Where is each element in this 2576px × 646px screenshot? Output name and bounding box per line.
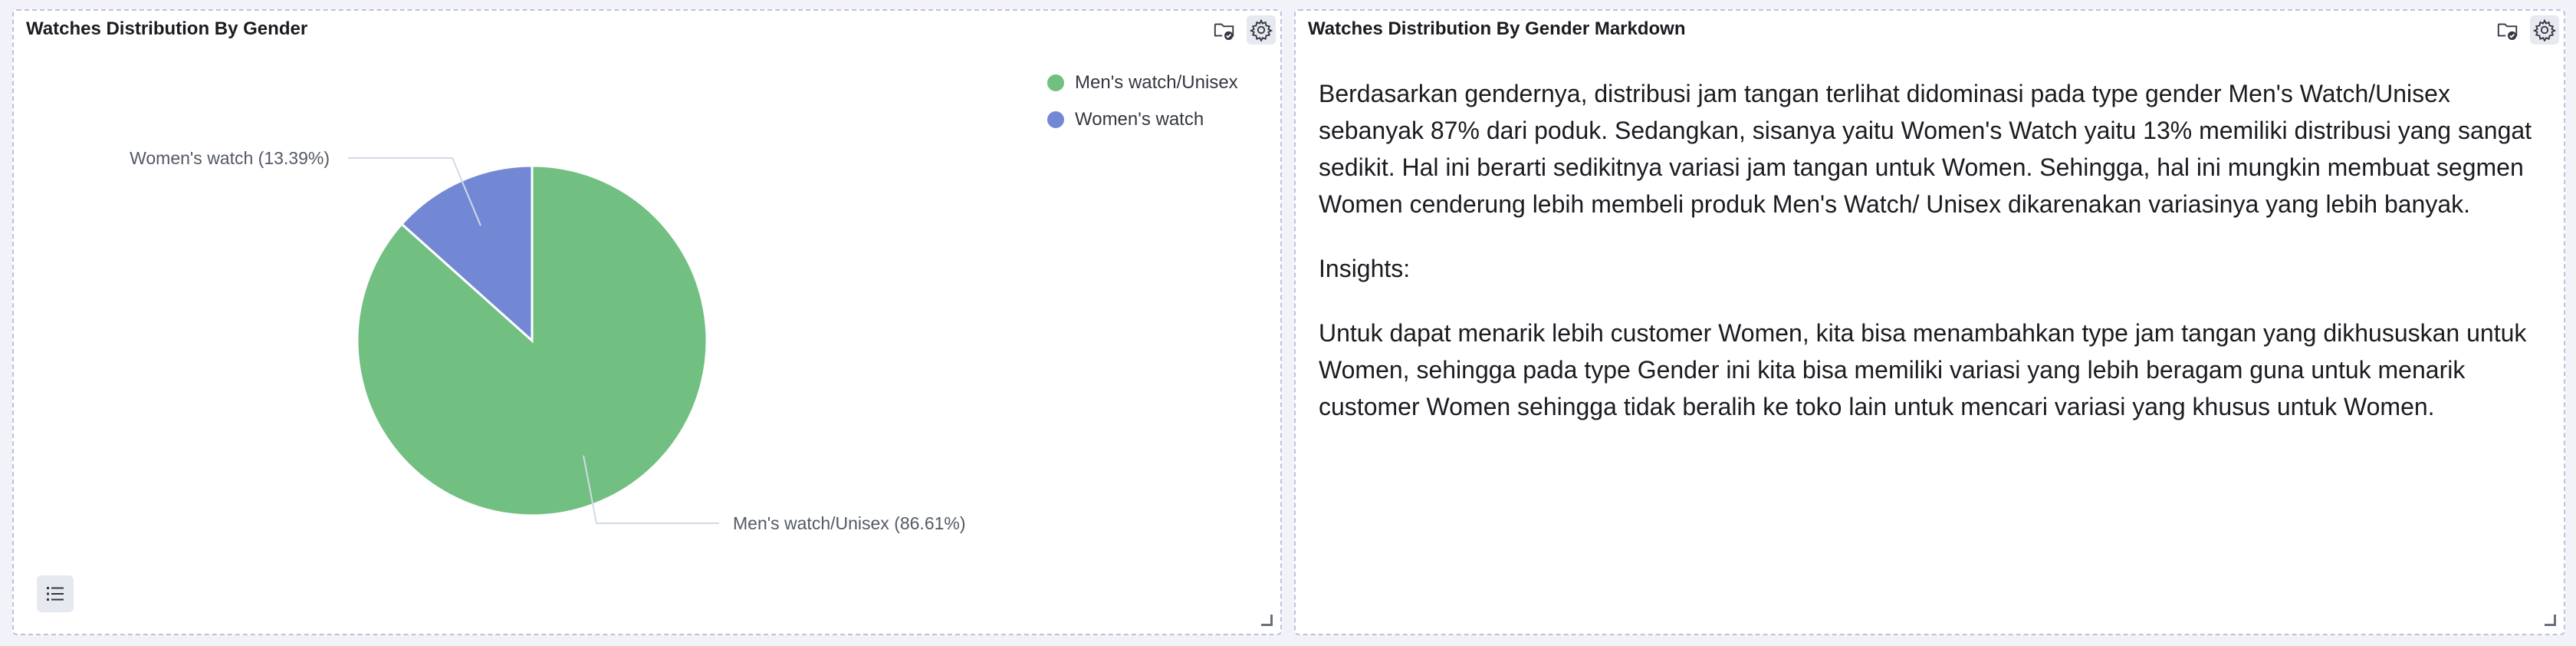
markdown-content: Berdasarkan gendernya, distribusi jam ta…: [1319, 75, 2538, 453]
markdown-paragraph: Untuk dapat menarik lebih customer Women…: [1319, 319, 2527, 420]
legend-swatch: [1047, 74, 1064, 91]
legend-label: Women's watch: [1075, 109, 1204, 130]
legend-swatch: [1047, 111, 1064, 128]
slice-label: Men's watch/Unisex (86.61%): [733, 513, 966, 533]
legend-item[interactable]: Women's watch: [1047, 101, 1238, 138]
markdown-paragraph: Berdasarkan gendernya, distribusi jam ta…: [1319, 80, 2532, 218]
legend-item[interactable]: Men's watch/Unisex: [1047, 64, 1238, 101]
list-icon: [47, 587, 64, 601]
slice-label: Women's watch (13.39%): [130, 148, 330, 168]
chart-panel: Watches Distribution By Gender Men's wat…: [12, 9, 1282, 635]
markdown-paragraph: Insights:: [1319, 255, 1411, 282]
gear-icon[interactable]: [2530, 15, 2559, 44]
panel-title: Watches Distribution By Gender Markdown: [1308, 18, 1686, 39]
markdown-panel: Watches Distribution By Gender Markdown …: [1294, 9, 2565, 635]
resize-handle[interactable]: [1261, 615, 1273, 626]
chart-legend: Men's watch/Unisex Women's watch: [1047, 64, 1238, 138]
legend-label: Men's watch/Unisex: [1075, 72, 1238, 93]
panel-actions: [2493, 15, 2559, 44]
legend-toggle-button[interactable]: [37, 575, 74, 612]
resize-handle[interactable]: [2545, 615, 2556, 626]
folder-check-icon[interactable]: [2493, 15, 2522, 44]
